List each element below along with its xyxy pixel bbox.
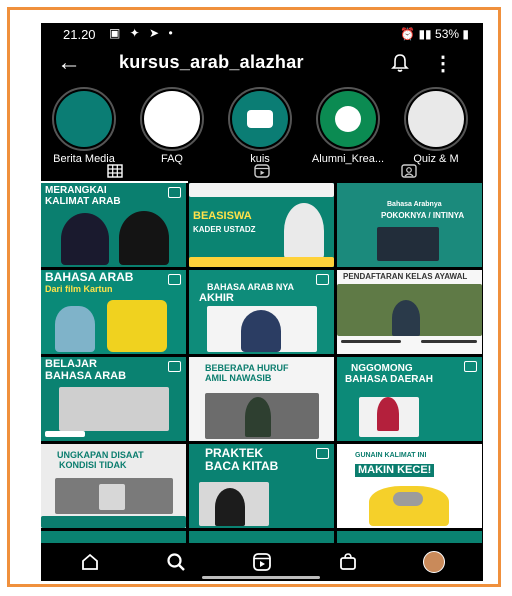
highlight-quiz[interactable]: Quiz & M <box>399 87 473 165</box>
reel-icon <box>168 187 181 198</box>
notification-bell-icon[interactable] <box>391 53 409 78</box>
post-subtitle: AMIL NAWASIB <box>205 373 272 383</box>
signal-icon: ▮▮ <box>418 27 432 41</box>
profile-header: ← kursus_arab_alazhar ⋮ <box>41 47 483 81</box>
notification-icons: ▣ ✦ ➤ • <box>109 26 176 40</box>
post-title: BELAJAR <box>45 358 97 370</box>
post-title: MAKIN KECE! <box>355 464 435 477</box>
profile-avatar[interactable] <box>421 549 447 575</box>
tagged-icon <box>400 164 417 178</box>
chat-icon <box>247 110 273 128</box>
post-tile[interactable]: MERANGKAI KALIMAT ARAB <box>41 183 186 267</box>
post-tile[interactable]: BELAJAR BAHASA ARAB <box>41 357 186 441</box>
status-bar: 21.20 ▣ ✦ ➤ • ⏰ ▮▮ 53% ▮ <box>41 23 483 45</box>
reels-icon <box>253 164 270 178</box>
tab-grid[interactable] <box>41 161 188 183</box>
back-arrow-icon[interactable]: ← <box>57 49 81 77</box>
post-subtitle: GUNAIN KALIMAT INI <box>355 452 427 459</box>
post-subtitle: Bahasa Arabnya <box>387 201 442 208</box>
post-tile[interactable] <box>189 531 334 543</box>
post-tile[interactable]: BAHASA ARAB NYA AKHIR <box>189 270 334 354</box>
alarm-icon: ⏰ <box>400 27 416 41</box>
story-highlights: Berita Media FAQ kuis Alumni_Krea... Qui… <box>41 87 483 165</box>
profile-tabs <box>41 161 483 183</box>
search-icon[interactable] <box>163 549 189 575</box>
post-tile[interactable]: BEBERAPA HURUF AMIL NAWASIB <box>189 357 334 441</box>
post-title: BEASISWA <box>193 210 252 222</box>
post-subtitle: Dari film Kartun <box>45 284 113 294</box>
battery-text: 53% <box>435 27 460 41</box>
reels-nav-icon[interactable] <box>249 549 275 575</box>
status-time: 21.20 <box>63 27 96 42</box>
reel-icon <box>168 274 181 285</box>
post-subtitle: BACA KITAB <box>205 459 279 473</box>
post-tile[interactable]: BEASISWA KADER USTADZ <box>189 183 334 267</box>
more-options-icon[interactable]: ⋮ <box>433 51 453 76</box>
reel-icon <box>168 361 181 372</box>
gesture-handle <box>202 576 320 579</box>
reel-icon <box>316 448 329 459</box>
post-title: PENDAFTARAN KELAS AYAWAL <box>343 272 468 281</box>
grid-icon <box>106 164 123 178</box>
highlight-kuis[interactable]: kuis <box>223 87 297 165</box>
tab-reels[interactable] <box>188 161 335 181</box>
battery-icon: ▮ <box>462 27 469 41</box>
tab-tagged[interactable] <box>335 161 482 181</box>
post-subtitle: KADER USTADZ <box>193 225 256 234</box>
reel-icon <box>464 361 477 372</box>
post-subtitle: BAHASA ARAB <box>45 370 127 382</box>
status-right: ⏰ ▮▮ 53% ▮ <box>400 27 469 41</box>
highlight-alumni[interactable]: Alumni_Krea... <box>311 87 385 165</box>
highlight-berita-media[interactable]: Berita Media <box>47 87 121 165</box>
home-icon[interactable] <box>77 549 103 575</box>
post-tile[interactable] <box>41 531 186 543</box>
post-title: PRAKTEK <box>205 446 264 460</box>
phone-screen: 21.20 ▣ ✦ ➤ • ⏰ ▮▮ 53% ▮ ← kursus_arab_a… <box>41 23 483 581</box>
post-subtitle: KONDISI TIDAK <box>59 460 127 470</box>
post-tile[interactable]: GUNAIN KALIMAT INI MAKIN KECE! <box>337 444 482 528</box>
post-subtitle: KALIMAT ARAB <box>45 196 121 207</box>
post-tile[interactable]: PRAKTEK BACA KITAB <box>189 444 334 528</box>
people-logo-icon <box>335 106 361 132</box>
post-title: POKOKNYA / INTINYA <box>381 211 465 220</box>
posts-grid: MERANGKAI KALIMAT ARAB BEASISWA KADER US… <box>41 183 483 543</box>
reel-icon <box>316 274 329 285</box>
post-tile[interactable]: NGGOMONG BAHASA DAERAH <box>337 357 482 441</box>
post-subtitle: AKHIR <box>199 292 234 304</box>
post-tile[interactable]: PENDAFTARAN KELAS AYAWAL <box>337 270 482 354</box>
highlight-faq[interactable]: FAQ <box>135 87 209 165</box>
post-subtitle: BAHASA DAERAH <box>345 374 433 385</box>
post-tile[interactable]: UNGKAPAN DISAAT KONDISI TIDAK <box>41 444 186 528</box>
shop-icon[interactable] <box>335 549 361 575</box>
post-title: NGGOMONG <box>351 363 413 374</box>
profile-username: kursus_arab_alazhar <box>119 52 304 72</box>
post-title: BAHASA ARAB <box>45 270 134 284</box>
post-tile[interactable]: Bahasa Arabnya POKOKNYA / INTINYA <box>337 183 482 267</box>
post-tile[interactable]: BAHASA ARAB Dari film Kartun <box>41 270 186 354</box>
post-tile[interactable] <box>337 531 482 543</box>
post-title: MERANGKAI <box>45 185 107 196</box>
